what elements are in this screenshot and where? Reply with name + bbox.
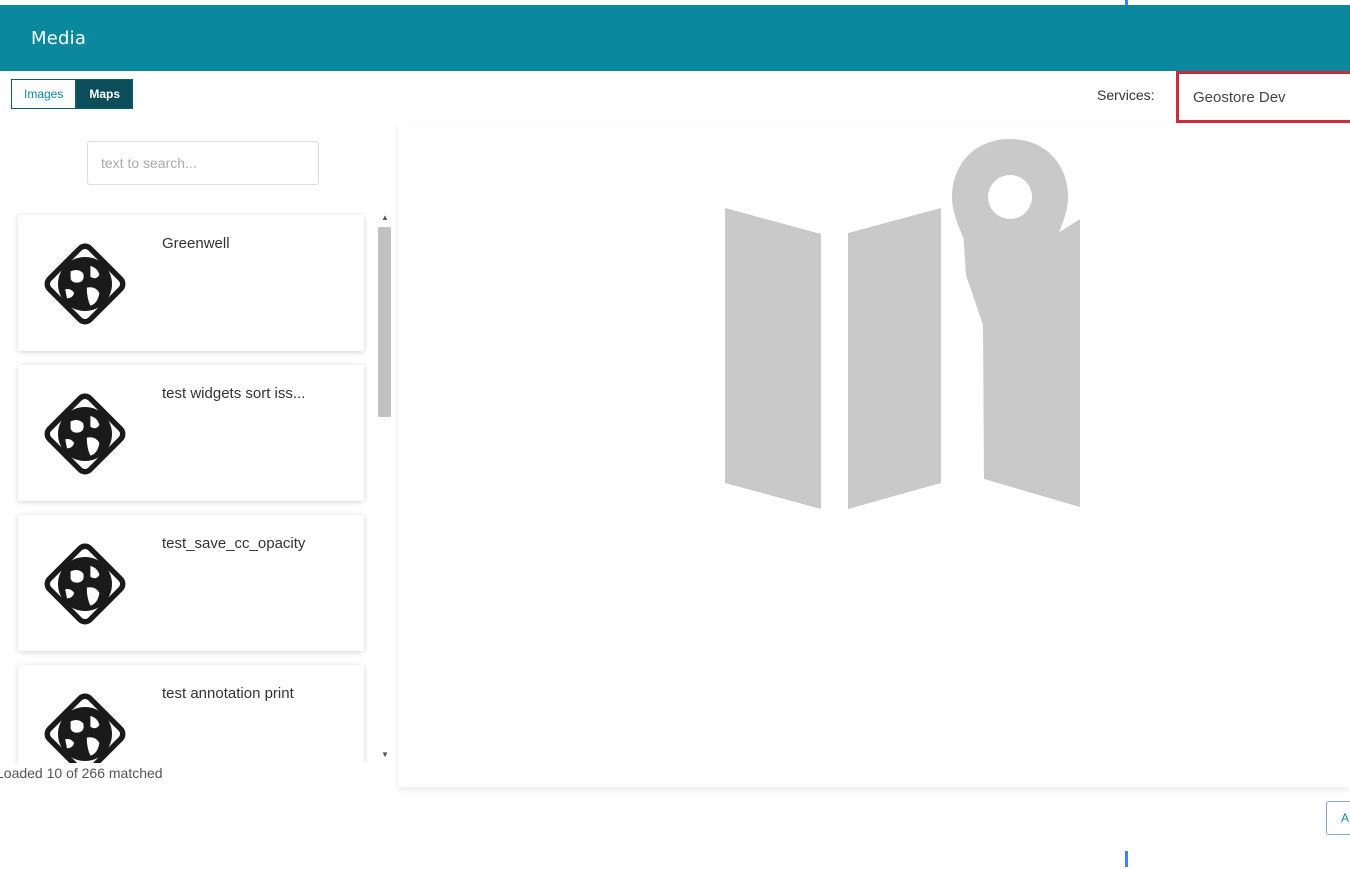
tab-maps[interactable]: Maps (76, 79, 134, 109)
results-status: Loaded 10 of 266 matched (0, 765, 163, 781)
map-pin-placeholder-icon (725, 139, 1080, 509)
map-preview-panel (398, 123, 1350, 787)
scroll-down-arrow-icon[interactable]: ▼ (379, 750, 391, 759)
services-select[interactable]: Geostore Dev (1176, 71, 1350, 123)
globe-diamond-icon (44, 543, 126, 625)
services-selected-value: Geostore Dev (1193, 88, 1286, 106)
media-toolbar: Images Maps Services: Geostore Dev (0, 71, 1350, 123)
globe-diamond-icon (44, 243, 126, 325)
maps-list[interactable]: Greenwell test widgets sort iss... test_… (0, 207, 398, 763)
map-card-title: test widgets sort iss... (162, 385, 306, 402)
map-card-title: test_save_cc_opacity (162, 535, 306, 552)
services-label: Services: (1097, 87, 1155, 103)
map-card[interactable]: test_save_cc_opacity (18, 515, 364, 651)
cursor-marker-bottom (1125, 851, 1128, 867)
media-type-tabs: Images Maps (11, 79, 134, 109)
globe-diamond-icon (44, 393, 126, 475)
apply-button[interactable]: A (1326, 801, 1350, 835)
scroll-thumb[interactable] (378, 227, 391, 417)
tab-images[interactable]: Images (11, 79, 77, 109)
media-title: Media (31, 27, 87, 49)
globe-diamond-icon (44, 693, 126, 763)
search-input[interactable] (87, 141, 319, 185)
maps-sidebar: Greenwell test widgets sort iss... test_… (0, 123, 398, 791)
media-header: Media (0, 5, 1350, 71)
map-card[interactable]: test annotation print (18, 665, 364, 763)
map-card-title: test annotation print (162, 685, 294, 702)
map-card[interactable]: test widgets sort iss... (18, 365, 364, 501)
map-card-title: Greenwell (162, 235, 230, 252)
scroll-up-arrow-icon[interactable]: ▲ (379, 213, 391, 222)
map-card[interactable]: Greenwell (18, 215, 364, 351)
list-scrollbar[interactable]: ▲ ▼ (375, 207, 395, 763)
